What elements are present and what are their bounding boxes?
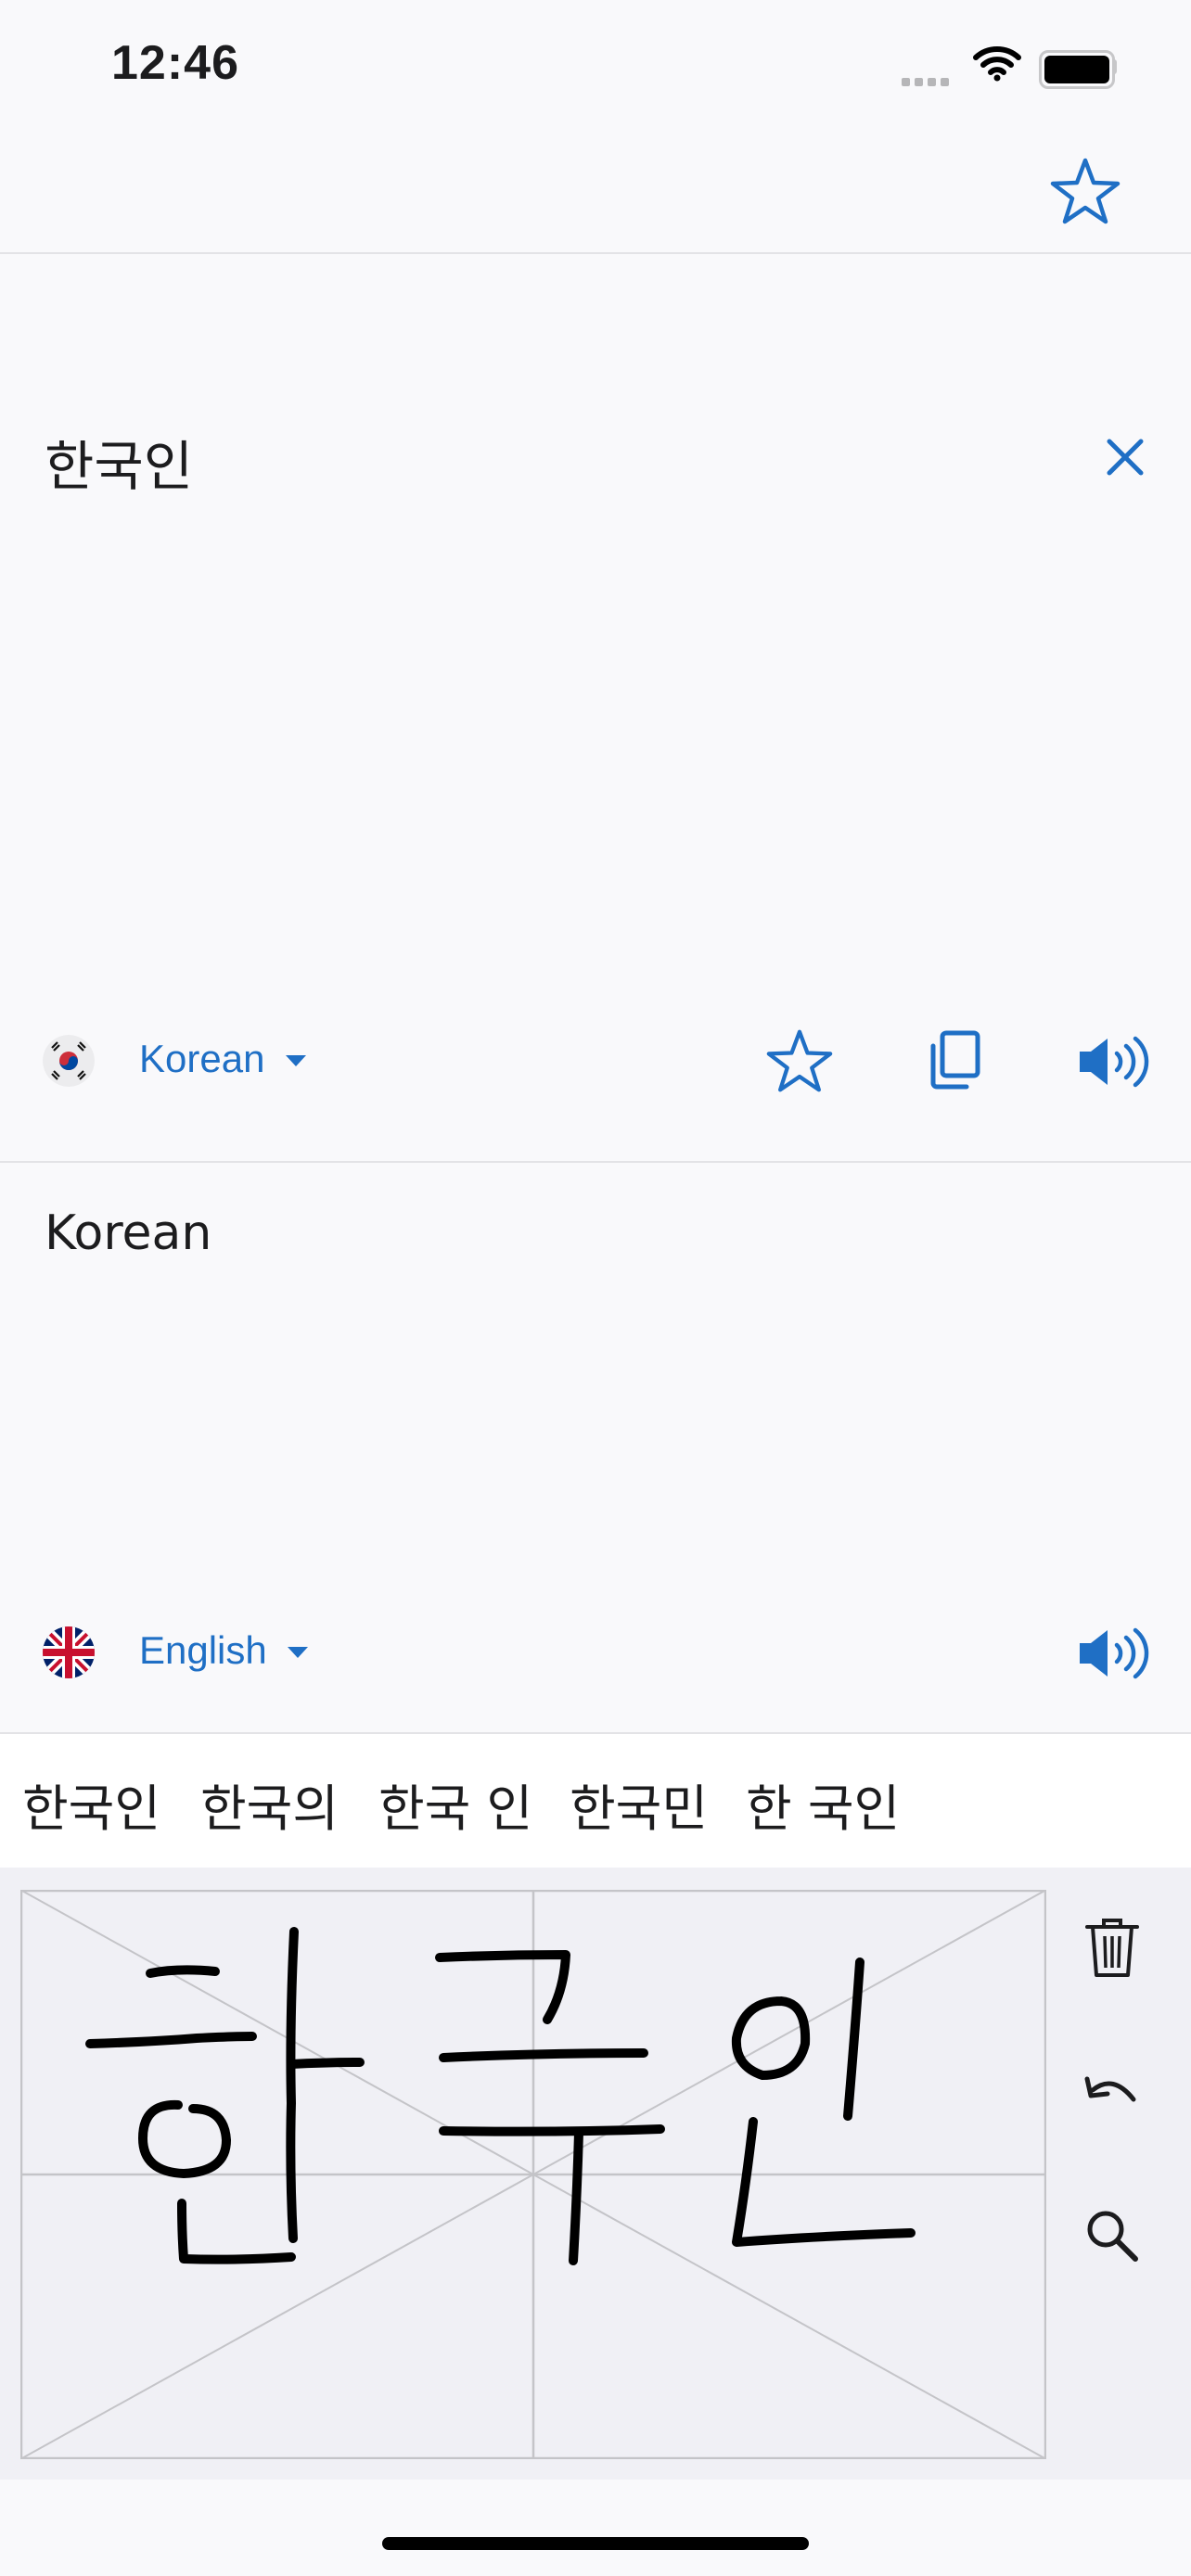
battery-tip: [1112, 59, 1117, 74]
favorites-star-icon[interactable]: [1050, 156, 1121, 230]
source-text[interactable]: 한국인: [45, 423, 193, 501]
cellular-signal-icon: [902, 72, 954, 90]
search-icon[interactable]: [1082, 2205, 1143, 2270]
uk-flag-icon[interactable]: [43, 1626, 95, 1678]
translation-text: Korean: [45, 1205, 212, 1261]
copy-icon[interactable]: [928, 1029, 983, 1094]
suggestion-item[interactable]: 한국 인: [378, 1767, 532, 1841]
speaker-icon[interactable]: [1076, 1625, 1150, 1686]
home-indicator[interactable]: [382, 2537, 809, 2550]
suggestion-item[interactable]: 한국민: [570, 1767, 708, 1841]
suggestion-item[interactable]: 한 국인: [746, 1767, 900, 1841]
battery-icon: [1039, 50, 1115, 89]
target-language-dropdown-icon[interactable]: [288, 1647, 308, 1658]
undo-icon[interactable]: [1082, 2070, 1143, 2120]
suggestion-item[interactable]: 한국의: [200, 1767, 339, 1841]
handwriting-canvas[interactable]: [19, 1889, 1047, 2460]
handwritten-strokes: [85, 1927, 916, 2265]
source-language-label[interactable]: Korean: [139, 1037, 264, 1081]
star-icon[interactable]: [766, 1027, 833, 1098]
south-korea-flag-icon[interactable]: [43, 1035, 95, 1087]
bottom-safe-area: [0, 2480, 1191, 2576]
trash-icon[interactable]: [1082, 1914, 1143, 1984]
speaker-icon[interactable]: [1076, 1033, 1150, 1094]
status-time: 12:46: [111, 36, 239, 90]
suggestion-item[interactable]: 한국인: [22, 1767, 160, 1841]
target-language-label[interactable]: English: [139, 1628, 267, 1673]
handwriting-suggestions-bar: 한국인 한국의 한국 인 한국민 한 국인: [0, 1732, 1191, 1869]
wifi-icon: [972, 45, 1022, 85]
header-divider: [0, 252, 1191, 254]
close-icon[interactable]: [1102, 434, 1148, 484]
source-language-dropdown-icon[interactable]: [286, 1055, 306, 1066]
section-divider: [0, 1161, 1191, 1163]
